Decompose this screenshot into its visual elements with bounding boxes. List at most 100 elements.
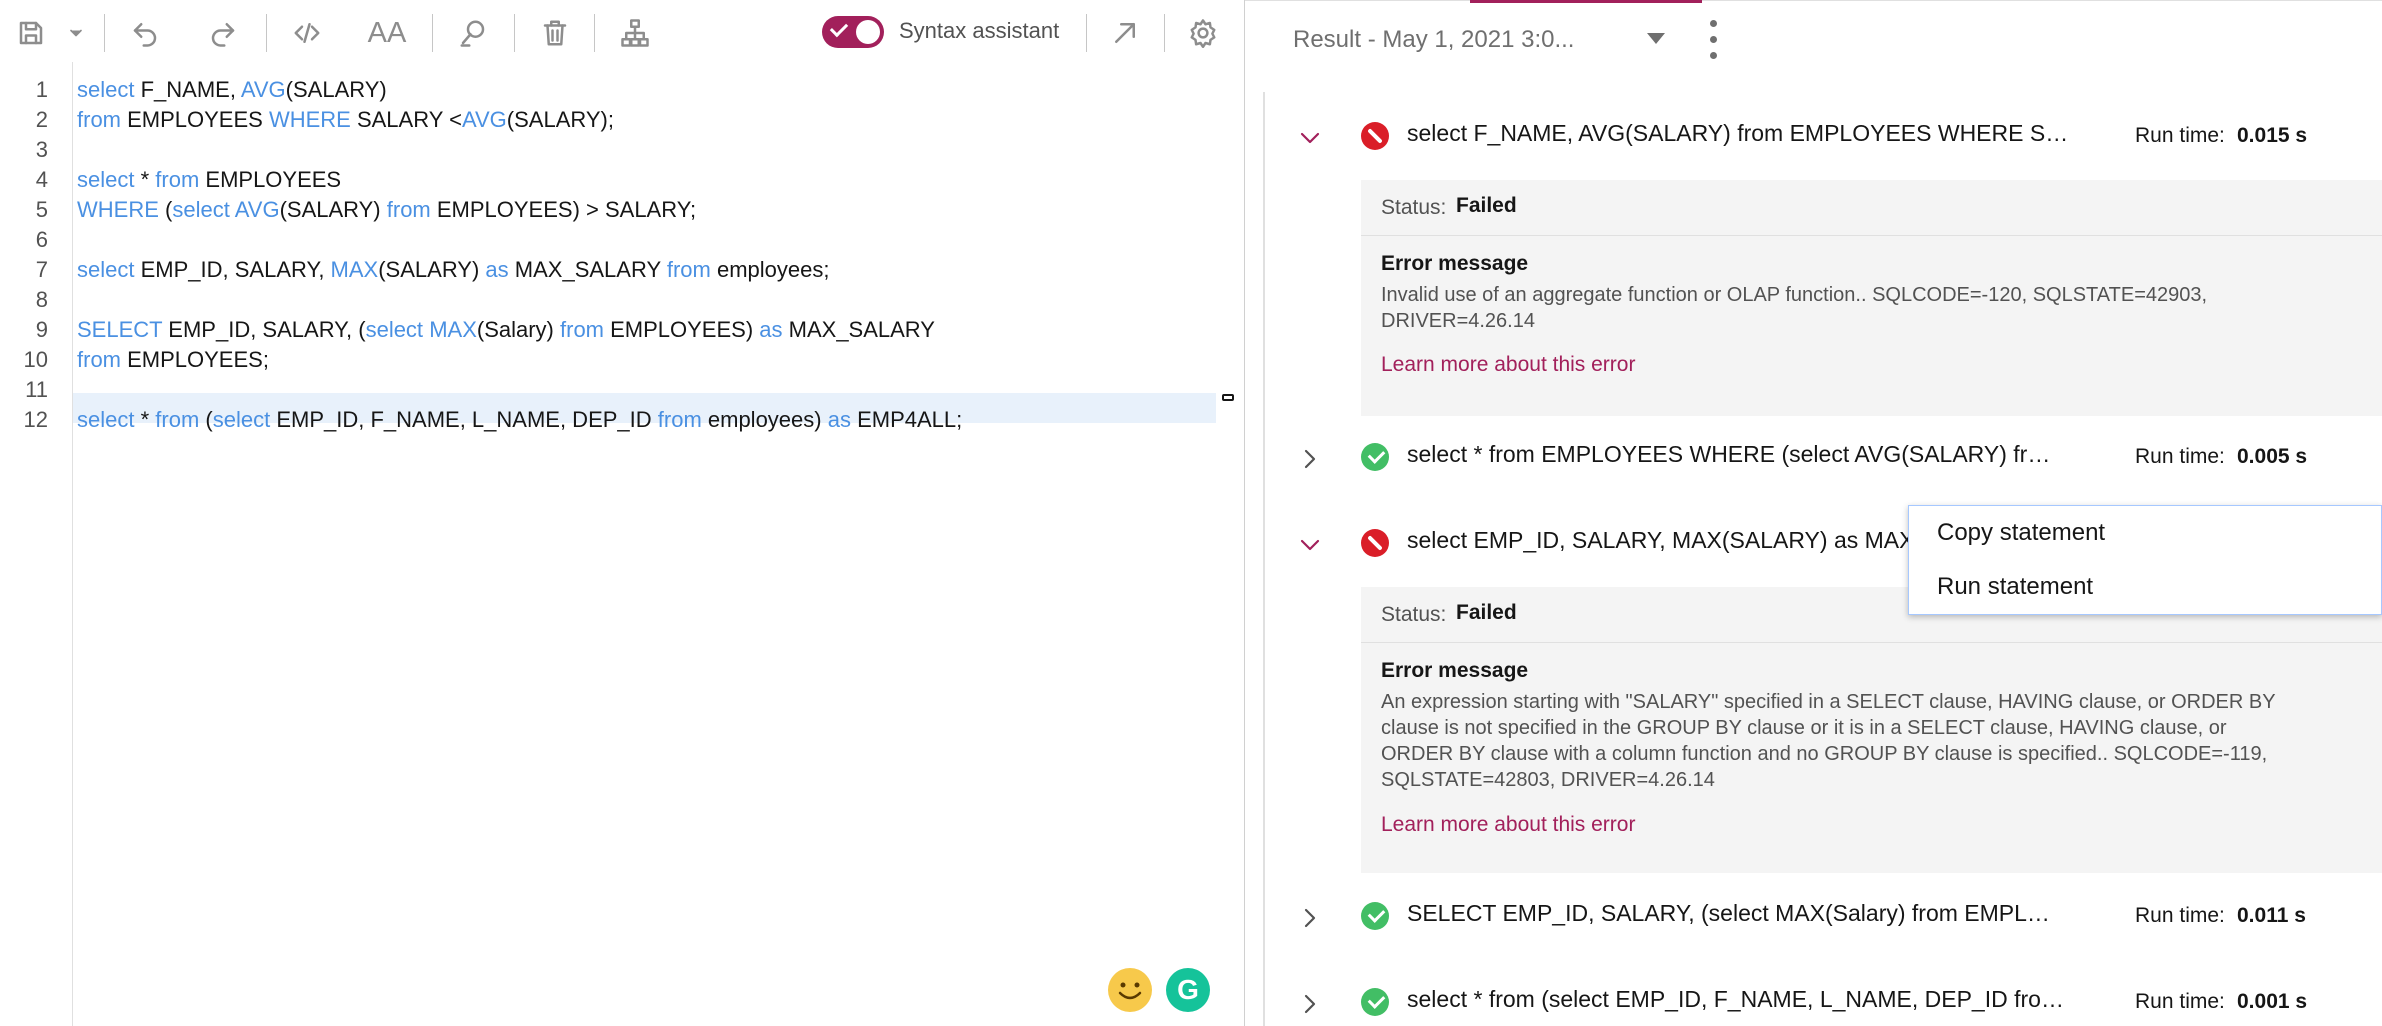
line-number: 12 (23, 407, 48, 432)
copy-statement-menu-item[interactable]: Copy statement (1909, 506, 2382, 560)
emoji-icon[interactable] (1108, 968, 1152, 1012)
result-row[interactable]: select * from (select EMP_ID, F_NAME, L_… (1245, 978, 2382, 1026)
toolbar-divider (514, 14, 515, 52)
run-statement-menu-item[interactable]: Run statement (1909, 560, 2382, 614)
sql-text: (SALARY); (506, 107, 614, 132)
sql-text: EMP4ALL; (850, 407, 963, 432)
success-status-icon (1361, 443, 1389, 471)
syntax-assistant-toggle[interactable] (822, 16, 884, 48)
status-value: Failed (1456, 601, 1517, 624)
sql-text: EMP_ID, SALARY, (134, 257, 331, 282)
sql-keyword: as (827, 407, 851, 432)
learn-more-link[interactable]: Learn more about this error (1381, 353, 1635, 377)
find-replace-icon[interactable] (450, 10, 496, 56)
line-number: 10 (23, 347, 48, 372)
chevron-right-icon[interactable] (1298, 447, 1322, 471)
statement-text[interactable]: SELECT EMP_ID, SALARY, (select MAX(Salar… (1407, 900, 2050, 927)
sql-text: * (134, 407, 156, 432)
chevron-down-icon[interactable] (1298, 533, 1322, 557)
code-line[interactable]: SELECT EMP_ID, SALARY, (select MAX(Salar… (77, 315, 935, 345)
code-line[interactable]: WHERE (select AVG(SALARY) from EMPLOYEES… (77, 195, 696, 225)
chevron-down-icon[interactable] (1647, 33, 1665, 44)
toggle-knob (856, 20, 880, 44)
syntax-assistant-label: Syntax assistant (899, 18, 1060, 43)
code-editor[interactable]: 1 select F_NAME, AVG(SALARY) 2 from EMPLOYE… (0, 62, 1244, 1026)
code-line[interactable]: select F_NAME, AVG(SALARY) (77, 75, 387, 105)
code-line[interactable]: select EMP_ID, SALARY, MAX(SALARY) as MA… (77, 255, 829, 285)
sql-keyword: select (77, 167, 135, 192)
sql-keyword: select (365, 317, 424, 342)
sql-text: employees; (710, 257, 830, 282)
sql-keyword: AVG (240, 77, 286, 102)
settings-gear-icon[interactable] (1180, 10, 1226, 56)
status-line: Status: Failed (1361, 180, 2382, 236)
sql-keyword: from (386, 197, 431, 222)
schema-tree-icon[interactable] (612, 10, 658, 56)
sql-text: (SALARY) (279, 197, 387, 222)
code-line[interactable]: from EMPLOYEES; (77, 345, 269, 375)
result-row[interactable]: select * from EMPLOYEES WHERE (select AV… (1245, 433, 2382, 483)
error-message-body: Invalid use of an aggregate function or … (1381, 284, 2208, 332)
sql-keyword: from (155, 407, 200, 432)
sql-text: EMPLOYEES) (604, 317, 760, 342)
code-line[interactable]: from EMPLOYEES WHERE SALARY <AVG(SALARY)… (77, 105, 614, 135)
save-icon[interactable] (8, 10, 54, 56)
sql-keyword: WHERE (77, 197, 159, 222)
sql-text: MAX_SALARY (508, 257, 667, 282)
failed-status-icon (1361, 122, 1389, 150)
sql-text: ( (199, 407, 213, 432)
sql-text: * (134, 167, 156, 192)
line-number: 6 (35, 227, 48, 252)
error-message-body: An expression starting with "SALARY" spe… (1381, 691, 2276, 791)
code-line[interactable]: select * from (select EMP_ID, F_NAME, L_… (77, 405, 962, 435)
chevron-right-icon[interactable] (1298, 992, 1322, 1016)
checkmark-icon (829, 18, 849, 38)
sql-keyword: as (759, 317, 783, 342)
run-time-label: Run time: (2135, 124, 2225, 147)
error-message-title: Error message (1381, 659, 1529, 682)
grammarly-icon[interactable]: G (1166, 968, 1210, 1012)
line-number: 11 (25, 377, 48, 402)
statement-text[interactable]: select F_NAME, AVG(SALARY) from EMPLOYEE… (1407, 120, 2068, 147)
status-label: Status: (1381, 196, 1447, 219)
chevron-down-icon[interactable] (1298, 126, 1322, 150)
statement-context-menu: Copy statement Run statement (1908, 505, 2382, 615)
result-row[interactable]: select F_NAME, AVG(SALARY) from EMPLOYEE… (1245, 112, 2382, 162)
text-size-icon[interactable]: AA (364, 10, 410, 56)
sql-keyword: from (666, 257, 711, 282)
statement-text[interactable]: select * from EMPLOYEES WHERE (select AV… (1407, 441, 2050, 468)
sql-text: EMPLOYEES) > SALARY; (430, 197, 697, 222)
sql-keyword: as (485, 257, 509, 282)
toolbar-divider (266, 14, 267, 52)
undo-icon[interactable] (122, 10, 168, 56)
sql-keyword: from (77, 347, 121, 372)
sql-keyword: WHERE (268, 107, 351, 132)
sql-text: (SALARY) (378, 257, 486, 282)
save-options-chevron-down-icon[interactable] (56, 10, 96, 56)
line-number: 4 (35, 167, 48, 192)
overflow-menu-icon[interactable] (1705, 18, 1721, 62)
status-value: Failed (1456, 194, 1517, 217)
expand-arrow-icon[interactable] (1102, 10, 1148, 56)
editor-cursor-marker (1222, 394, 1234, 401)
run-time-label: Run time: (2135, 445, 2225, 468)
sql-text: EMPLOYEES; (121, 347, 269, 372)
sql-text: employees) (701, 407, 828, 432)
sql-keyword: MAX (330, 257, 379, 282)
success-status-icon (1361, 902, 1389, 930)
toolbar-divider (432, 14, 433, 52)
sql-keyword: AVG (234, 197, 280, 222)
toolbar-divider (594, 14, 595, 52)
result-row[interactable]: SELECT EMP_ID, SALARY, (select MAX(Salar… (1245, 892, 2382, 942)
result-set-selector[interactable]: Result - May 1, 2021 3:0... (1293, 26, 1574, 54)
sql-text: ( (158, 197, 173, 222)
chevron-right-icon[interactable] (1298, 906, 1322, 930)
learn-more-link[interactable]: Learn more about this error (1381, 813, 1635, 837)
statement-text[interactable]: select * from (select EMP_ID, F_NAME, L_… (1407, 986, 2064, 1013)
code-format-icon[interactable] (284, 10, 330, 56)
delete-icon[interactable] (532, 10, 578, 56)
sql-keyword: select (212, 407, 271, 432)
code-line[interactable]: select * from EMPLOYEES (77, 165, 341, 195)
sql-keyword: from (560, 317, 604, 342)
redo-icon[interactable] (200, 10, 246, 56)
